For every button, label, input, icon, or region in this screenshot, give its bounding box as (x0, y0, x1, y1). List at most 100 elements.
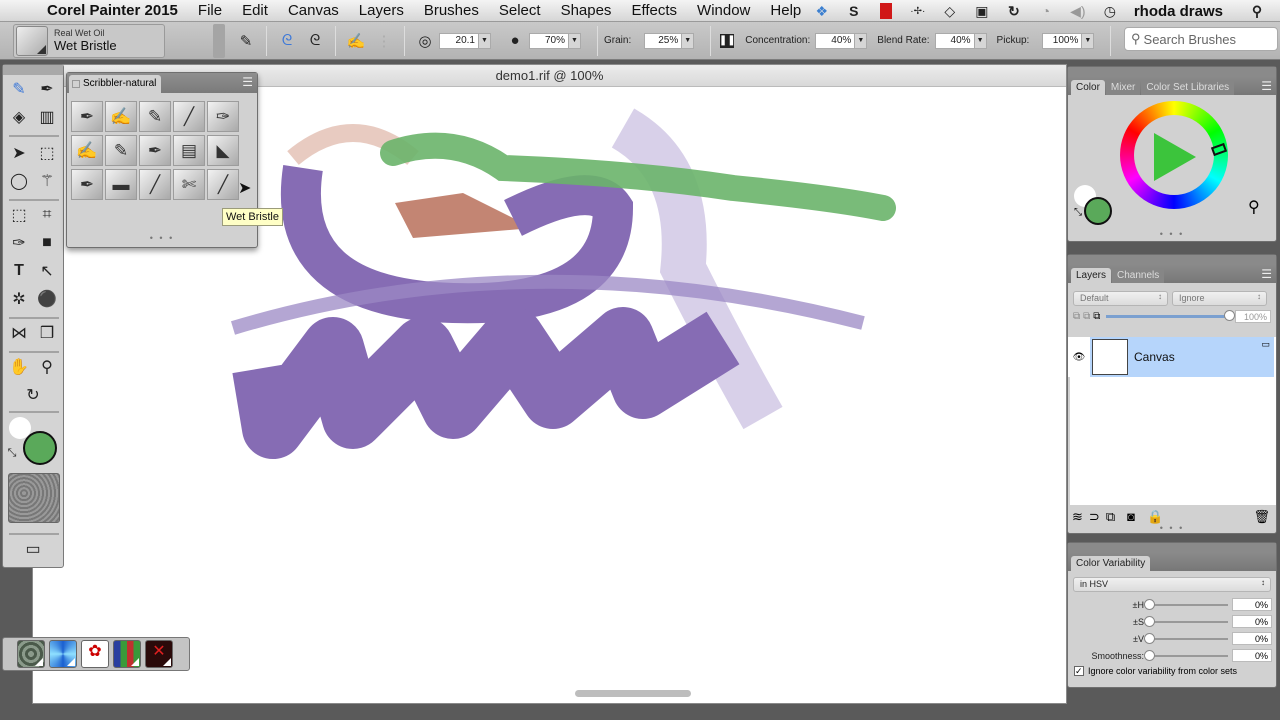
lock-transparency-icon[interactable]: ⧉ (1073, 311, 1080, 322)
panel-menu-icon[interactable]: ☰ (1261, 267, 1272, 281)
clock-icon[interactable]: ◷ (1099, 2, 1121, 20)
freehand-stroke-icon[interactable]: ᘓ (276, 30, 298, 52)
variability-value[interactable]: 0% (1232, 649, 1272, 662)
brush-variant-thumbnail[interactable]: ╱ (207, 169, 239, 200)
brush-selector[interactable]: Real Wet Oil Wet Bristle (13, 23, 165, 58)
pause-diffusion-icon[interactable]: ❚❚ (719, 33, 736, 48)
dropper-tool-icon[interactable]: ✒ (35, 77, 59, 101)
magnifier-tool-icon[interactable]: ⚲ (35, 355, 59, 379)
weave-selector[interactable]: ✕ (145, 640, 173, 668)
brush-variant-thumbnail[interactable]: ✒ (71, 169, 103, 200)
lasso-tool-icon[interactable]: ◯ (7, 169, 31, 193)
concentration-dropdown[interactable]: ▼ (855, 32, 868, 49)
app-menu[interactable]: Corel Painter 2015 (47, 2, 178, 19)
transform-tool-icon[interactable]: ⬚ (7, 203, 31, 227)
variability-slider[interactable] (1144, 615, 1228, 627)
skype-icon[interactable]: S (843, 2, 865, 20)
rectangular-selection-tool-icon[interactable]: ⬚ (35, 141, 59, 165)
paper-texture-selector[interactable] (17, 640, 45, 668)
tab-mixer[interactable]: Mixer (1105, 80, 1141, 95)
menu-effects[interactable]: Effects (631, 2, 677, 19)
grain-field[interactable]: 25% (644, 32, 683, 49)
menu-shapes[interactable]: Shapes (561, 2, 612, 19)
brush-variant-thumbnail[interactable]: ✄ (173, 169, 205, 200)
layer-row-canvas[interactable]: 👁 Canvas ▭ (1068, 337, 1274, 377)
size-field[interactable]: 20.1 (439, 32, 479, 49)
menu-layers[interactable]: Layers (359, 2, 404, 19)
tab-scribbler-natural[interactable]: Scribbler-natural (69, 75, 161, 93)
concentration-field[interactable]: 40% (815, 32, 856, 49)
gradient-selector[interactable] (49, 640, 77, 668)
menu-canvas[interactable]: Canvas (288, 2, 339, 19)
display-icon[interactable]: ▣ (971, 2, 993, 20)
spotlight-search-icon[interactable]: ⚲ (1246, 2, 1268, 20)
rotate-page-tool-icon[interactable]: ↻ (21, 383, 45, 407)
search-brushes-input[interactable]: ⚲ Search Brushes (1124, 27, 1278, 51)
brush-variant-thumbnail[interactable]: ▤ (173, 135, 205, 166)
opacity-field[interactable]: 70% (529, 32, 569, 49)
pick-up-underlying-icon[interactable]: ⧉ (1083, 311, 1090, 322)
rectangle-shape-tool-icon[interactable]: ■ (35, 231, 59, 255)
apple-menu-icon[interactable] (17, 2, 37, 20)
variability-value[interactable]: 0% (1232, 632, 1272, 645)
nozzle-selector[interactable]: ✿ (81, 640, 109, 668)
reset-tool-icon[interactable]: ✎ (235, 30, 257, 52)
variability-slider[interactable] (1144, 598, 1228, 610)
horizontal-scrollbar[interactable] (575, 690, 691, 697)
brush-variant-thumbnail[interactable]: ✍ (71, 135, 103, 166)
brush-ghost-icon[interactable]: ✍ (345, 30, 367, 52)
sync-icon[interactable]: ↻ (1003, 2, 1025, 20)
opacity-slider[interactable] (1106, 310, 1236, 321)
layer-mask-icon[interactable]: ⧉ (1093, 311, 1100, 322)
pen-tool-icon[interactable]: ✑ (7, 231, 31, 255)
shape-selection-tool-icon[interactable]: ↖ (35, 259, 59, 283)
pattern-selector[interactable] (113, 640, 141, 668)
menu-select[interactable]: Select (499, 2, 541, 19)
brush-variant-thumbnail[interactable]: ✒ (139, 135, 171, 166)
toolbar-grip[interactable] (213, 23, 225, 58)
panel-resize-dots[interactable]: • • • (67, 233, 257, 243)
brush-variant-thumbnail[interactable]: ✒ (71, 101, 103, 132)
blend-rate-field[interactable]: 40% (934, 32, 975, 49)
paper-selector[interactable] (8, 473, 60, 523)
color-stamp-icon[interactable]: ⚲ (1248, 197, 1260, 217)
grain-dropdown[interactable]: ▼ (682, 32, 695, 49)
grabber-hand-tool-icon[interactable]: ✋ (7, 355, 31, 379)
volume-icon[interactable]: ◀) (1067, 2, 1089, 20)
ignore-variability-checkbox[interactable]: ✓ (1074, 666, 1084, 676)
tab-color-set-libraries[interactable]: Color Set Libraries (1141, 80, 1235, 95)
opacity-dropdown[interactable]: ▼ (569, 32, 581, 49)
variability-mode-select[interactable]: in HSV (1073, 577, 1271, 592)
swap-colors-icon[interactable]: ⤡ (1074, 207, 1082, 218)
time-machine-icon[interactable]: ◔ (1035, 2, 1057, 20)
pickup-dropdown[interactable]: ▼ (1082, 32, 1095, 49)
cloner-tool-icon[interactable]: ✲ (7, 287, 31, 311)
crop-tool-icon[interactable]: ⌗ (35, 203, 59, 227)
brush-variant-thumbnail[interactable]: ✑ (207, 101, 239, 132)
panel-resize-dots[interactable]: • • • (1068, 229, 1276, 239)
brush-variant-thumbnail[interactable]: ▬ (105, 169, 137, 200)
brush-tool-icon[interactable]: ✎ (7, 77, 31, 101)
panel-menu-icon[interactable]: ☰ (1261, 79, 1272, 93)
paint-bucket-tool-icon[interactable]: ◈ (7, 105, 31, 129)
brush-variant-thumbnail[interactable]: ╱ (173, 101, 205, 132)
eye-icon[interactable]: 👁 (1068, 337, 1090, 377)
enhanced-brush-ghost-icon[interactable]: ⋮ (373, 30, 395, 52)
pickup-field[interactable]: 100% (1042, 32, 1083, 49)
eraser-tool-icon[interactable]: ▥ (35, 105, 59, 129)
panel-menu-icon[interactable]: ☰ (242, 75, 253, 89)
brush-variant-thumbnail[interactable]: ✎ (139, 101, 171, 132)
dropbox-icon[interactable]: ❖ (811, 2, 833, 20)
preserve-select[interactable]: Ignore (1172, 291, 1267, 306)
text-tool-icon[interactable]: T (7, 259, 31, 283)
film-icon[interactable] (875, 2, 897, 20)
brush-variant-thumbnail[interactable]: ✍ (105, 101, 137, 132)
size-dropdown[interactable]: ▼ (479, 32, 491, 49)
menu-brushes[interactable]: Brushes (424, 2, 479, 19)
composite-method-select[interactable]: Default (1073, 291, 1168, 306)
bluetooth-icon[interactable]: ·✢· (907, 2, 929, 20)
layer-adjuster-tool-icon[interactable]: ➤ (7, 141, 31, 165)
variability-slider[interactable] (1144, 632, 1228, 644)
mirror-painting-tool-icon[interactable]: ⋈ (7, 321, 31, 345)
tab-channels[interactable]: Channels (1112, 268, 1165, 283)
